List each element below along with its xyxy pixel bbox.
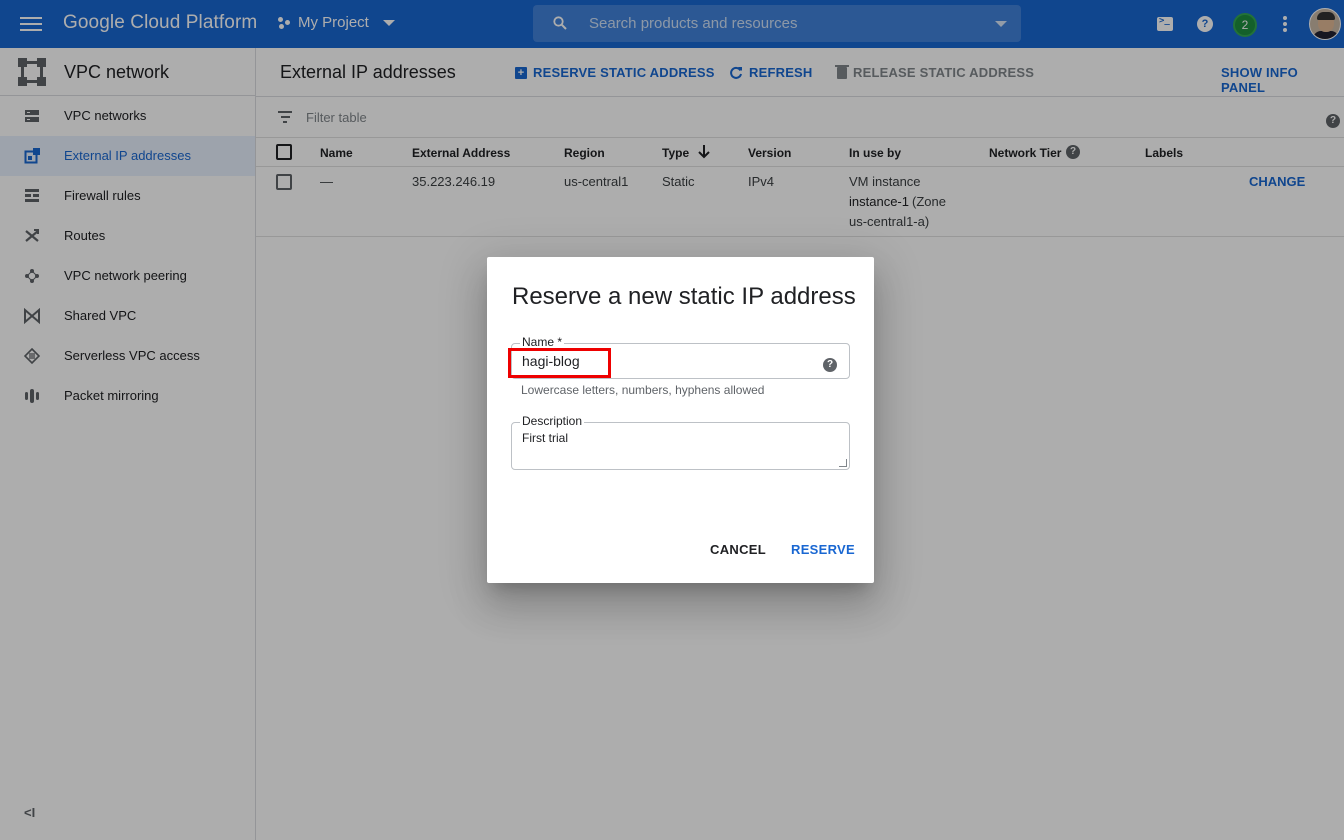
dialog-title: Reserve a new static IP address	[512, 283, 856, 310]
reserve-button[interactable]: RESERVE	[791, 542, 855, 557]
highlight-annotation	[508, 348, 611, 378]
resize-handle-icon[interactable]	[839, 459, 847, 467]
cancel-button[interactable]: CANCEL	[710, 542, 766, 557]
description-field-label: Description	[520, 414, 585, 428]
reserve-static-ip-dialog: Reserve a new static IP address Name * h…	[487, 257, 874, 583]
description-field[interactable]: Description First trial	[511, 414, 850, 470]
name-field[interactable]: Name * hagi-blog ?	[508, 335, 850, 379]
description-input[interactable]: First trial	[522, 431, 568, 445]
name-help-icon[interactable]: ?	[823, 354, 837, 372]
name-hint: Lowercase letters, numbers, hyphens allo…	[521, 383, 765, 397]
name-field-label: Name *	[520, 335, 565, 349]
